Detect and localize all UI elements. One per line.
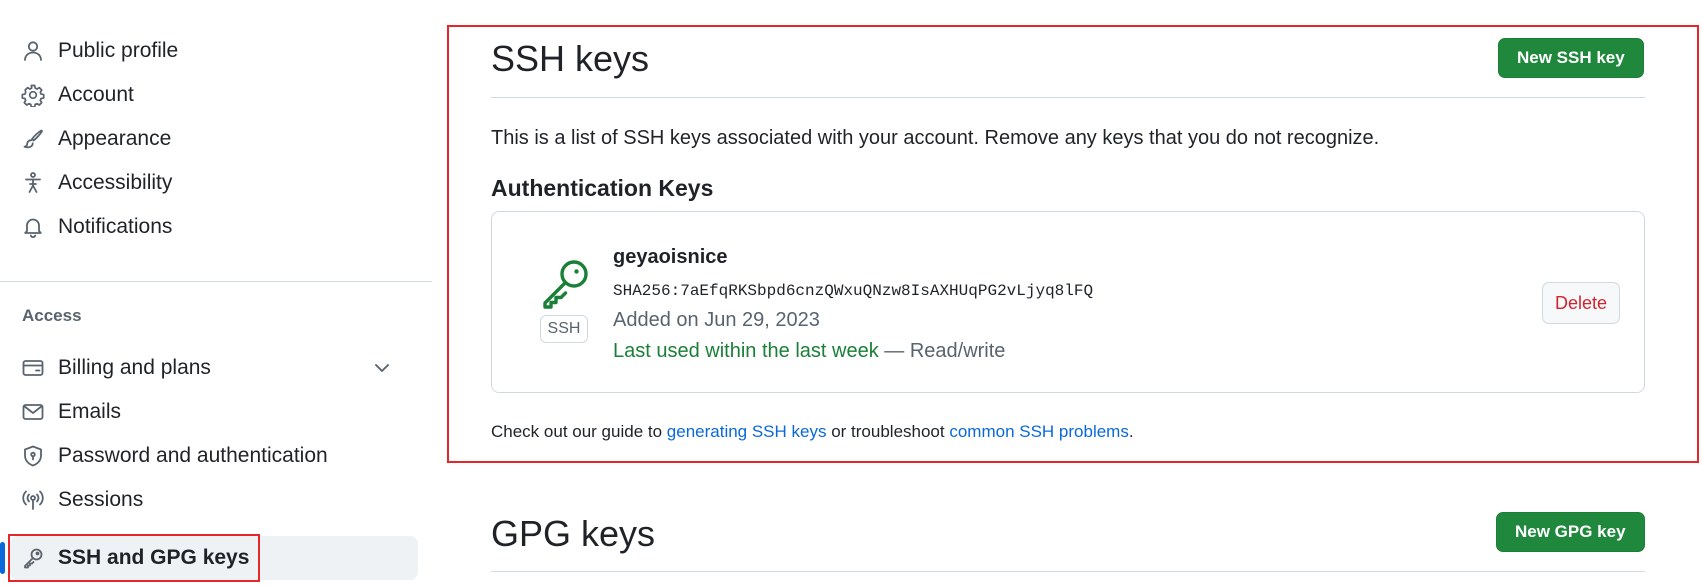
settings-sidebar: Public profile Account Appearance Access… — [0, 0, 432, 587]
ssh-key-access: Read/write — [909, 340, 1006, 362]
chevron-down-icon[interactable] — [370, 356, 394, 380]
new-ssh-key-button[interactable]: New SSH key — [1498, 38, 1644, 78]
sidebar-divider — [0, 281, 432, 282]
ssh-keys-title: SSH keys — [491, 38, 650, 79]
guide-prefix: Check out our guide to — [491, 422, 667, 441]
ssh-key-fingerprint: SHA256:7aEfqRKSbpd6cnzQWxuQNzw8IsAXHUqPG… — [613, 282, 1094, 300]
gear-icon — [21, 83, 45, 107]
sidebar-item-label: Accessibility — [58, 171, 173, 194]
settings-page: Public profile Account Appearance Access… — [0, 0, 1703, 587]
sidebar-item-account[interactable]: Account — [10, 73, 418, 117]
sidebar-item-ssh-gpg-keys[interactable]: SSH and GPG keys — [0, 536, 418, 580]
sidebar-item-public-profile[interactable]: Public profile — [10, 29, 418, 73]
authentication-keys-heading: Authentication Keys — [491, 175, 714, 201]
key-icon — [21, 546, 45, 570]
sidebar-item-emails[interactable]: Emails — [10, 390, 418, 434]
gpg-title-divider — [491, 571, 1645, 572]
sidebar-item-label: Password and authentication — [58, 444, 328, 467]
shield-lock-icon — [21, 444, 45, 468]
common-ssh-problems-link[interactable]: common SSH problems — [949, 422, 1129, 441]
sidebar-item-label: SSH and GPG keys — [58, 546, 250, 569]
sidebar-item-label: Account — [58, 83, 134, 106]
ssh-badge: SSH — [540, 315, 588, 343]
sidebar-item-label: Sessions — [58, 488, 144, 511]
ssh-title-divider — [491, 97, 1645, 98]
sidebar-item-billing[interactable]: Billing and plans — [10, 346, 418, 390]
ssh-key-added-date: Added on Jun 29, 2023 — [613, 309, 820, 331]
ssh-key-last-used: Last used within the last week — [613, 340, 879, 362]
ssh-key-separator: — — [878, 340, 910, 362]
ssh-key-item: SSH geyaoisnice SHA256:7aEfqRKSbpd6cnzQW… — [491, 211, 1645, 393]
sidebar-heading-access: Access — [22, 306, 82, 325]
sidebar-item-label: Notifications — [58, 215, 173, 238]
sidebar-item-sessions[interactable]: Sessions — [10, 478, 418, 522]
ssh-key-title: geyaoisnice — [613, 246, 728, 268]
ssh-guide-text: Check out our guide to generating SSH ke… — [491, 422, 1134, 442]
person-icon — [21, 39, 45, 63]
new-gpg-key-button[interactable]: New GPG key — [1496, 512, 1645, 552]
sidebar-item-password[interactable]: Password and authentication — [10, 434, 418, 478]
sidebar-item-label: Appearance — [58, 127, 172, 150]
ssh-key-usage: Last used within the last week — Read/wr… — [613, 340, 1005, 363]
key-icon — [538, 256, 592, 310]
credit-card-icon — [21, 356, 45, 380]
sidebar-item-appearance[interactable]: Appearance — [10, 117, 418, 161]
accessibility-icon — [21, 171, 45, 195]
paintbrush-icon — [21, 127, 45, 151]
guide-middle: or troubleshoot — [826, 422, 950, 441]
generating-ssh-keys-link[interactable]: generating SSH keys — [667, 422, 827, 441]
sidebar-item-label: Public profile — [58, 39, 179, 62]
delete-ssh-key-button[interactable]: Delete — [1541, 282, 1620, 324]
sidebar-item-notifications[interactable]: Notifications — [10, 205, 418, 249]
broadcast-icon — [21, 488, 45, 512]
ssh-description: This is a list of SSH keys associated wi… — [491, 127, 1380, 149]
active-indicator — [0, 542, 5, 574]
guide-suffix: . — [1128, 422, 1134, 441]
sidebar-item-accessibility[interactable]: Accessibility — [10, 161, 418, 205]
bell-icon — [21, 215, 45, 239]
gpg-keys-title: GPG keys — [491, 513, 656, 554]
sidebar-item-label: Billing and plans — [58, 356, 211, 379]
sidebar-item-label: Emails — [58, 400, 122, 423]
mail-icon — [21, 400, 45, 424]
